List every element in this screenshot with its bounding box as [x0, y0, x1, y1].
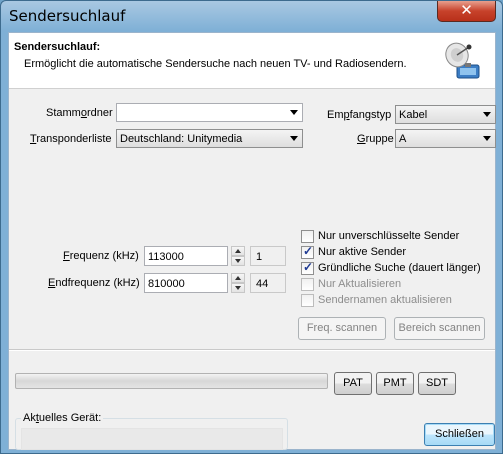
satellite-dish-icon: [445, 42, 480, 79]
scan-progress-bar: [15, 373, 328, 389]
option-label: Nur Aktualisieren: [318, 278, 402, 290]
pat-button[interactable]: PAT: [334, 372, 372, 395]
endfrequenz-input[interactable]: 810000: [144, 273, 228, 293]
close-window-button[interactable]: ✕: [437, 1, 496, 22]
option-label: Nur aktive Sender: [318, 246, 407, 258]
chevron-down-icon: [290, 136, 298, 141]
chevron-down-icon: [290, 110, 298, 115]
frequenz-input[interactable]: 113000: [144, 246, 228, 266]
window-title: Sendersuchlauf: [9, 7, 126, 25]
frequenz-value: 113000: [148, 251, 184, 263]
dialog-header: Sendersuchlauf: Ermöglicht die automatis…: [9, 33, 495, 89]
option-label: Gründliche Suche (dauert länger): [318, 262, 481, 274]
header-title: Sendersuchlauf:: [14, 41, 101, 53]
transponderliste-combobox[interactable]: Deutschland: Unitymedia: [116, 129, 303, 148]
endfrequenz-value: 810000: [148, 278, 185, 290]
endfrequenz-count-value: 44: [256, 278, 269, 290]
separator: [9, 349, 495, 351]
range-scan-button[interactable]: Bereich scannen: [394, 317, 485, 340]
checkbox[interactable]: ✓: [301, 260, 314, 275]
sdt-button[interactable]: SDT: [418, 372, 456, 395]
empfangstyp-label: Empfangstyp: [327, 109, 392, 121]
checkbox[interactable]: ✓: [301, 244, 314, 259]
gruppe-value: A: [399, 133, 407, 145]
header-description: Ermöglicht die automatische Sendersuche …: [24, 58, 407, 70]
gruppe-label: Gruppe: [357, 133, 394, 145]
spin-down-icon[interactable]: [231, 283, 245, 293]
checkbox: [301, 294, 314, 307]
endfrequenz-count: 44: [250, 273, 286, 293]
spin-up-icon[interactable]: [231, 273, 245, 283]
empfangstyp-value: Kabel: [399, 109, 428, 121]
endfrequenz-spinner[interactable]: [231, 273, 245, 293]
chevron-down-icon: [483, 112, 491, 117]
checkmark-icon: ✓: [303, 260, 314, 274]
pmt-button[interactable]: PMT: [376, 372, 414, 395]
dialog-client-area: Sendersuchlauf: Ermöglicht die automatis…: [8, 32, 496, 450]
close-icon: ✕: [460, 1, 473, 19]
frequenz-count: 1: [250, 246, 286, 266]
schliessen-button[interactable]: Schließen: [424, 423, 495, 446]
option-label: Nur unverschlüsselte Sender: [318, 230, 460, 242]
frequenz-spinner[interactable]: [231, 246, 245, 266]
freq-scan-button[interactable]: Freq. scannen: [298, 317, 386, 340]
transponderliste-label: Transponderliste: [30, 133, 112, 145]
gruppe-combobox[interactable]: A: [395, 129, 496, 148]
endfrequenz-label: Endfrequenz (kHz): [48, 277, 140, 289]
dialog-window: Sendersuchlauf ✕ Sendersuchlauf: Ermögli…: [0, 0, 503, 454]
stammordner-label: Stammordner: [46, 107, 113, 119]
checkbox: [301, 278, 314, 291]
title-bar[interactable]: Sendersuchlauf ✕: [1, 1, 502, 33]
current-device-field: [21, 428, 283, 450]
checkmark-icon: ✓: [303, 244, 314, 258]
empfangstyp-combobox[interactable]: Kabel: [395, 105, 496, 124]
option-label: Sendernamen aktualisieren: [318, 294, 452, 306]
spin-down-icon[interactable]: [231, 256, 245, 266]
current-device-label: Aktuelles Gerät:: [21, 412, 104, 424]
spin-up-icon[interactable]: [231, 246, 245, 256]
stammordner-combobox[interactable]: [116, 103, 303, 122]
transponderliste-value: Deutschland: Unitymedia: [120, 133, 243, 145]
checkbox[interactable]: [301, 230, 314, 243]
frequenz-count-value: 1: [256, 251, 263, 263]
chevron-down-icon: [483, 136, 491, 141]
frequenz-label: Frequenz (kHz): [63, 250, 139, 262]
